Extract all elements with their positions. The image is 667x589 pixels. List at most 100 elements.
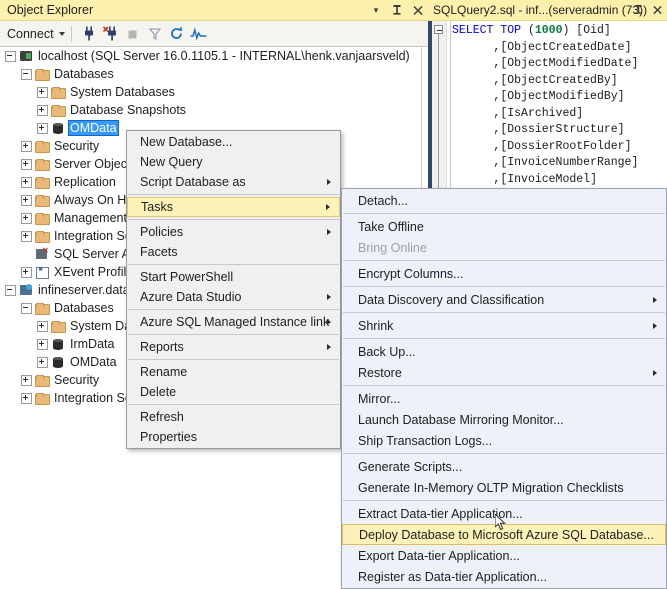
collapse-icon[interactable] (5, 51, 16, 62)
menu-item[interactable]: Deploy Database to Microsoft Azure SQL D… (342, 524, 666, 545)
folder-icon (51, 85, 65, 99)
menu-item[interactable]: Tasks (127, 197, 340, 217)
dropdown-icon[interactable]: ▾ (370, 4, 382, 17)
menu-item-label: Facets (140, 245, 178, 259)
menu-item-label: Export Data-tier Application... (358, 549, 520, 563)
menu-item[interactable]: Data Discovery and Classification (342, 289, 666, 310)
menu-item[interactable]: Back Up... (342, 341, 666, 362)
folder-icon (35, 175, 49, 189)
pin-icon[interactable] (391, 4, 403, 17)
menu-item-label: Mirror... (358, 392, 400, 406)
menu-item[interactable]: Take Offline (342, 216, 666, 237)
sql-code-text[interactable]: SELECT TOP (1000) [Oid] ,[ObjectCreatedD… (452, 23, 638, 205)
menu-item[interactable]: Launch Database Mirroring Monitor... (342, 409, 666, 430)
menu-item[interactable]: Generate In-Memory OLTP Migration Checkl… (342, 477, 666, 498)
tree-node-label: Databases (53, 301, 115, 315)
menu-separator (128, 309, 339, 310)
collapse-icon[interactable] (21, 303, 32, 314)
tree-node[interactable]: System Databases (0, 83, 421, 101)
refresh-icon[interactable] (166, 23, 188, 45)
expand-icon[interactable] (21, 159, 32, 170)
tree-node-label: Server Objects (53, 157, 138, 171)
menu-separator (128, 359, 339, 360)
menu-item[interactable]: Generate Scripts... (342, 456, 666, 477)
sql-editor-tab-title: SQLQuery2.sql - inf...(serveradmin (73)) (433, 3, 647, 17)
filter-icon[interactable] (144, 23, 166, 45)
code-line: ,[ObjectCreatedBy] (452, 73, 638, 90)
activity-monitor-icon[interactable] (188, 23, 210, 45)
expand-icon[interactable] (21, 177, 32, 188)
menu-item[interactable]: Properties (127, 427, 340, 447)
close-icon[interactable] (412, 4, 424, 17)
expand-icon[interactable] (21, 141, 32, 152)
menu-item[interactable]: Restore (342, 362, 666, 383)
menu-item[interactable]: Export Data-tier Application... (342, 545, 666, 566)
menu-separator (343, 338, 665, 339)
collapse-region-icon[interactable] (434, 25, 443, 34)
menu-item-label: Back Up... (358, 345, 416, 359)
pin-icon[interactable] (633, 4, 645, 17)
menu-separator (343, 500, 665, 501)
tree-indent (21, 249, 32, 260)
disconnect-object-explorer-icon[interactable] (100, 23, 122, 45)
connect-object-explorer-icon[interactable] (78, 23, 100, 45)
menu-item[interactable]: Policies (127, 222, 340, 242)
menu-item[interactable]: Register as Data-tier Application... (342, 566, 666, 587)
tasks-submenu[interactable]: Detach...Take OfflineBring OnlineEncrypt… (341, 188, 667, 589)
expand-icon[interactable] (37, 87, 48, 98)
menu-item[interactable]: New Database... (127, 132, 340, 152)
menu-item-label: Generate In-Memory OLTP Migration Checkl… (358, 481, 624, 495)
tree-node[interactable]: Databases (0, 65, 421, 83)
menu-item[interactable]: Script Database as (127, 172, 340, 192)
tree-node[interactable]: Database Snapshots (0, 101, 421, 119)
collapse-icon[interactable] (21, 69, 32, 80)
expand-icon[interactable] (37, 357, 48, 368)
expand-icon[interactable] (21, 393, 32, 404)
submenu-arrow-icon (327, 319, 331, 325)
menu-item[interactable]: Extract Data-tier Application... (342, 503, 666, 524)
menu-item[interactable]: Shrink (342, 315, 666, 336)
expand-icon[interactable] (37, 123, 48, 134)
database-context-menu[interactable]: New Database... New Query Script Database … (126, 130, 341, 449)
menu-item[interactable]: Mirror... (342, 388, 666, 409)
menu-separator (128, 219, 339, 220)
menu-item[interactable]: Facets (127, 242, 340, 262)
menu-item[interactable]: Azure Data Studio (127, 287, 340, 307)
menu-item[interactable]: Detach... (342, 190, 666, 211)
menu-item[interactable]: Encrypt Columns... (342, 263, 666, 284)
expand-icon[interactable] (37, 339, 48, 350)
sql-editor-tab[interactable]: SQLQuery2.sql - inf...(serveradmin (73)) (428, 0, 667, 21)
menu-item[interactable]: Ship Transaction Logs... (342, 430, 666, 451)
menu-item-label: Detach... (358, 194, 408, 208)
menu-item-label: Take Offline (358, 220, 424, 234)
menu-item[interactable]: Start PowerShell (127, 267, 340, 287)
expand-icon[interactable] (37, 105, 48, 116)
tree-node-label: Replication (53, 175, 117, 189)
connect-button[interactable]: Connect (7, 27, 65, 41)
menu-item-label: Delete (140, 385, 176, 399)
azure-icon (19, 283, 33, 297)
expand-icon[interactable] (21, 267, 32, 278)
expand-icon[interactable] (37, 321, 48, 332)
db-icon (51, 355, 65, 369)
close-icon[interactable] (652, 4, 664, 17)
menu-item[interactable]: Refresh (127, 407, 340, 427)
tree-node-label: OMData (69, 121, 118, 135)
menu-item[interactable]: Azure SQL Managed Instance link (127, 312, 340, 332)
expand-icon[interactable] (21, 375, 32, 386)
folder-icon (35, 157, 49, 171)
tree-node[interactable]: localhost (SQL Server 16.0.1105.1 - INTE… (0, 47, 421, 65)
submenu-arrow-icon (327, 344, 331, 350)
menu-item-label: New Query (140, 155, 203, 169)
menu-item-label: Ship Transaction Logs... (358, 434, 492, 448)
collapse-icon[interactable] (5, 285, 16, 296)
menu-item[interactable]: New Query (127, 152, 340, 172)
menu-separator (128, 334, 339, 335)
expand-icon[interactable] (21, 213, 32, 224)
menu-item[interactable]: Rename (127, 362, 340, 382)
expand-icon[interactable] (21, 195, 32, 206)
menu-item[interactable]: Reports (127, 337, 340, 357)
menu-item[interactable]: Delete (127, 382, 340, 402)
tree-node-label: Databases (53, 67, 115, 81)
expand-icon[interactable] (21, 231, 32, 242)
